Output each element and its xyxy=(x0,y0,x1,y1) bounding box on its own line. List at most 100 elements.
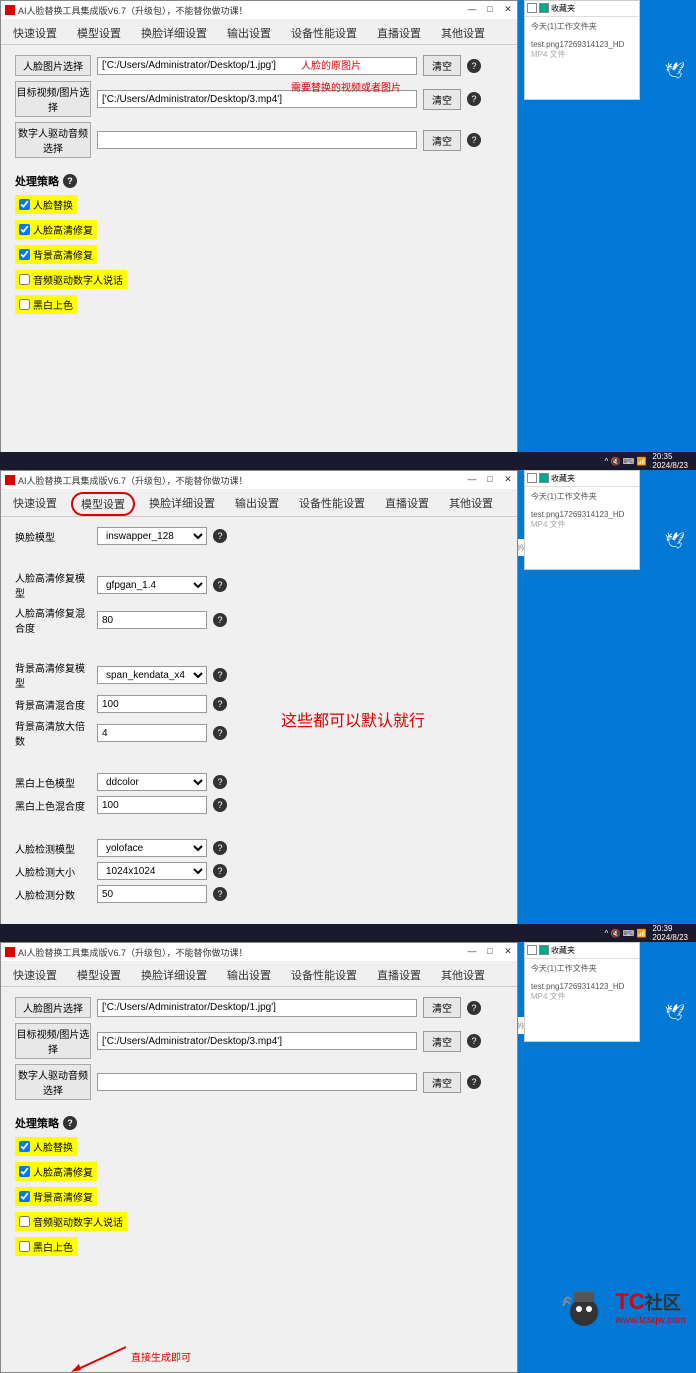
tab-output[interactable]: 输出设置 xyxy=(221,22,277,44)
clear-button-1[interactable]: 清空 xyxy=(423,997,461,1018)
tab-device[interactable]: 设备性能设置 xyxy=(285,964,363,986)
help-icon[interactable]: ? xyxy=(213,887,227,901)
help-icon[interactable]: ? xyxy=(213,613,227,627)
face-image-input[interactable] xyxy=(97,999,417,1017)
back-icon[interactable] xyxy=(527,3,537,13)
help-icon[interactable]: ? xyxy=(467,133,481,147)
help-icon[interactable]: ? xyxy=(63,174,77,188)
tab-model[interactable]: 模型设置 xyxy=(71,492,135,516)
check-bg-hd[interactable]: 背景高清修复 xyxy=(15,1187,97,1206)
help-icon[interactable]: ? xyxy=(213,668,227,682)
tab-live[interactable]: 直播设置 xyxy=(371,22,427,44)
help-icon[interactable]: ? xyxy=(213,726,227,740)
target-video-label[interactable]: 目标视频/图片选择 xyxy=(15,81,91,117)
target-video-label[interactable]: 目标视频/图片选择 xyxy=(15,1023,91,1059)
close-button[interactable]: ✕ xyxy=(499,471,517,487)
tab-quick[interactable]: 快速设置 xyxy=(7,964,63,986)
tab-quick[interactable]: 快速设置 xyxy=(7,22,63,44)
help-icon[interactable]: ? xyxy=(467,92,481,106)
tab-detail[interactable]: 换脸详细设置 xyxy=(143,492,221,516)
help-icon[interactable]: ? xyxy=(467,1075,481,1089)
check-bg-hd[interactable]: 背景高清修复 xyxy=(15,245,97,264)
tab-detail[interactable]: 换脸详细设置 xyxy=(135,22,213,44)
audio-input[interactable] xyxy=(97,1073,417,1091)
tab-output[interactable]: 输出设置 xyxy=(221,964,277,986)
app-badge[interactable]: 🕊 xyxy=(660,526,690,556)
help-icon[interactable]: ? xyxy=(213,841,227,855)
clear-button-2[interactable]: 清空 xyxy=(423,89,461,110)
tab-device[interactable]: 设备性能设置 xyxy=(293,492,371,516)
detect-model-select[interactable]: yoloface xyxy=(97,839,207,857)
audio-label[interactable]: 数字人驱动音频选择 xyxy=(15,122,91,158)
help-icon[interactable]: ? xyxy=(213,864,227,878)
help-icon[interactable]: ? xyxy=(213,529,227,543)
help-icon[interactable]: ? xyxy=(467,1001,481,1015)
back-icon[interactable] xyxy=(527,473,537,483)
check-face-replace[interactable]: 人脸替换 xyxy=(15,195,77,214)
colorize-model-select[interactable]: ddcolor xyxy=(97,773,207,791)
bg-hd-blend-input[interactable] xyxy=(97,695,207,713)
swap-model-select[interactable]: inswapper_128 xyxy=(97,527,207,545)
detect-size-select[interactable]: 1024x1024 xyxy=(97,862,207,880)
close-button[interactable]: ✕ xyxy=(499,1,517,17)
bg-hd-model-select[interactable]: span_kendata_x4 xyxy=(97,666,207,684)
face-image-input[interactable] xyxy=(97,57,417,75)
app-badge[interactable]: 🕊 xyxy=(660,56,690,86)
tray-icons[interactable]: ^ 🔇 ⌨ 📶 xyxy=(605,457,647,466)
clear-button-1[interactable]: 清空 xyxy=(423,55,461,76)
clear-button-3[interactable]: 清空 xyxy=(423,130,461,151)
check-colorize[interactable]: 黑白上色 xyxy=(15,295,77,314)
check-audio-drive[interactable]: 音频驱动数字人说话 xyxy=(15,270,127,289)
target-video-input[interactable] xyxy=(97,1032,417,1050)
tab-other[interactable]: 其他设置 xyxy=(443,492,499,516)
tab-device[interactable]: 设备性能设置 xyxy=(285,22,363,44)
file-item[interactable]: test.png17269314123_HD MP4 文件 xyxy=(525,36,639,64)
help-icon[interactable]: ? xyxy=(213,775,227,789)
help-icon[interactable]: ? xyxy=(213,578,227,592)
tab-other[interactable]: 其他设置 xyxy=(435,22,491,44)
minimize-button[interactable]: — xyxy=(463,471,481,487)
app-badge[interactable]: 🕊 xyxy=(660,998,690,1028)
minimize-button[interactable]: — xyxy=(463,943,481,959)
clear-button-2[interactable]: 清空 xyxy=(423,1031,461,1052)
tab-model[interactable]: 模型设置 xyxy=(71,22,127,44)
tab-icon[interactable] xyxy=(539,473,549,483)
file-item[interactable]: test.png17269314123_HD MP4 文件 xyxy=(525,506,639,534)
tray-icons[interactable]: ^ 🔇 ⌨ 📶 xyxy=(605,929,647,938)
tab-other[interactable]: 其他设置 xyxy=(435,964,491,986)
maximize-button[interactable]: □ xyxy=(481,1,499,17)
file-item[interactable]: test.png17269314123_HD MP4 文件 xyxy=(525,978,639,1006)
maximize-button[interactable]: □ xyxy=(481,471,499,487)
detect-score-input[interactable] xyxy=(97,885,207,903)
tab-output[interactable]: 输出设置 xyxy=(229,492,285,516)
face-image-label[interactable]: 人脸图片选择 xyxy=(15,55,91,76)
tab-model[interactable]: 模型设置 xyxy=(71,964,127,986)
face-hd-model-select[interactable]: gfpgan_1.4 xyxy=(97,576,207,594)
audio-label[interactable]: 数字人驱动音频选择 xyxy=(15,1064,91,1100)
audio-input[interactable] xyxy=(97,131,417,149)
tab-icon[interactable] xyxy=(539,945,549,955)
face-image-label[interactable]: 人脸图片选择 xyxy=(15,997,91,1018)
tab-detail[interactable]: 换脸详细设置 xyxy=(135,964,213,986)
colorize-blend-input[interactable] xyxy=(97,796,207,814)
help-icon[interactable]: ? xyxy=(467,59,481,73)
face-hd-blend-input[interactable] xyxy=(97,611,207,629)
bg-hd-scale-input[interactable] xyxy=(97,724,207,742)
help-icon[interactable]: ? xyxy=(63,1116,77,1130)
tab-quick[interactable]: 快速设置 xyxy=(7,492,63,516)
help-icon[interactable]: ? xyxy=(213,798,227,812)
tab-live[interactable]: 直播设置 xyxy=(371,964,427,986)
tab-live[interactable]: 直播设置 xyxy=(379,492,435,516)
check-face-hd[interactable]: 人脸高清修复 xyxy=(15,220,97,239)
help-icon[interactable]: ? xyxy=(213,697,227,711)
check-face-hd[interactable]: 人脸高清修复 xyxy=(15,1162,97,1181)
minimize-button[interactable]: — xyxy=(463,1,481,17)
check-colorize[interactable]: 黑白上色 xyxy=(15,1237,77,1256)
back-icon[interactable] xyxy=(527,945,537,955)
help-icon[interactable]: ? xyxy=(467,1034,481,1048)
close-button[interactable]: ✕ xyxy=(499,943,517,959)
check-face-replace[interactable]: 人脸替换 xyxy=(15,1137,77,1156)
check-audio-drive[interactable]: 音频驱动数字人说话 xyxy=(15,1212,127,1231)
maximize-button[interactable]: □ xyxy=(481,943,499,959)
clear-button-3[interactable]: 清空 xyxy=(423,1072,461,1093)
